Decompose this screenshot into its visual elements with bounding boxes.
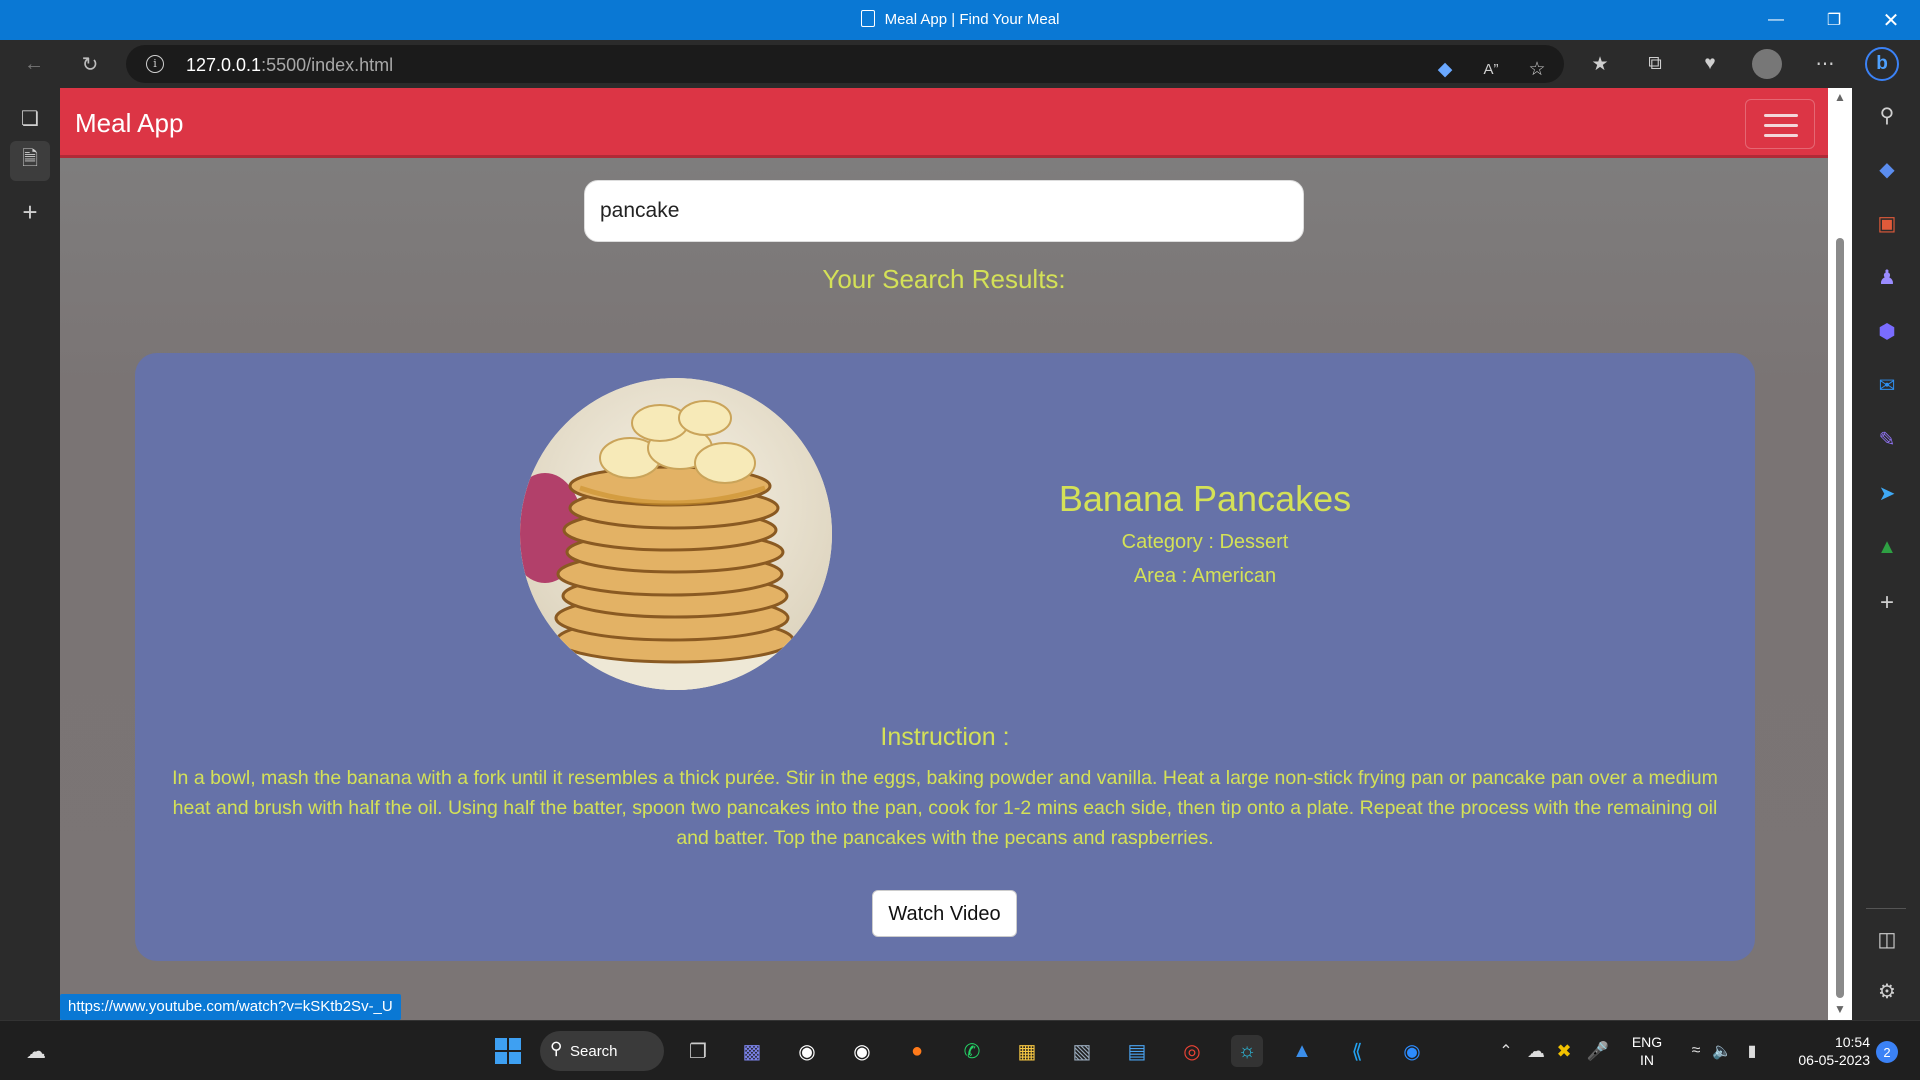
notification-badge[interactable]: 2 bbox=[1876, 1041, 1898, 1063]
github-icon[interactable]: ◉ bbox=[791, 1035, 823, 1067]
shopping-tag-icon[interactable]: ◆ bbox=[1874, 156, 1900, 182]
file-explorer-icon[interactable]: ▦ bbox=[1011, 1035, 1043, 1067]
app-navbar: Meal App bbox=[60, 88, 1828, 158]
restore-icon[interactable]: ❐ bbox=[1805, 0, 1863, 40]
whatsapp-icon[interactable]: ✆ bbox=[956, 1035, 988, 1067]
read-aloud-icon[interactable]: A” bbox=[1478, 56, 1504, 82]
coupon-tag-icon[interactable]: ◆ bbox=[1432, 56, 1458, 82]
window-titlebar: Meal App | Find Your Meal — ❐ ✕ bbox=[0, 0, 1920, 40]
scroll-up-arrow-icon[interactable]: ▲ bbox=[1834, 90, 1846, 104]
tray-app-icon[interactable]: ✖ bbox=[1548, 1035, 1580, 1067]
minimize-icon[interactable]: — bbox=[1747, 0, 1805, 40]
teams-chat-icon[interactable]: ▩ bbox=[736, 1035, 768, 1067]
more-menu-icon[interactable]: ⋯ bbox=[1812, 51, 1838, 77]
close-icon[interactable]: ✕ bbox=[1862, 0, 1920, 40]
edge-sidebar: ⚲ ◆ ▣ ♟ ⬢ ✉ ✎ ➤ ▲ + ◫ ⚙ bbox=[1852, 88, 1920, 1020]
refresh-icon[interactable]: ↻ bbox=[78, 52, 102, 76]
hide-sidebar-icon[interactable]: ◫ bbox=[1874, 926, 1900, 952]
site-info-icon[interactable]: i bbox=[146, 55, 164, 73]
windows-taskbar: ☁ ⚲ Search ❐ ▩ ◉ ◉ ● ✆ ▦ ▧ ▤ ◎ ☼ ▲ ⟪ ◉ ⌃… bbox=[0, 1020, 1920, 1080]
settings-gear-icon[interactable]: ⚙ bbox=[1874, 978, 1900, 1004]
window-title: Meal App | Find Your Meal bbox=[0, 10, 1920, 28]
instruction-heading: Instruction : bbox=[880, 723, 1010, 751]
status-link-preview: https://www.youtube.com/watch?v=kSKtb2Sv… bbox=[60, 994, 401, 1020]
edge-browser-icon[interactable]: ☼ bbox=[1231, 1035, 1263, 1067]
url-text[interactable]: 127.0.0.1:5500/index.html bbox=[186, 55, 393, 76]
language-indicator[interactable]: ENG IN bbox=[1622, 1033, 1672, 1069]
weather-widget-icon[interactable]: ☁ bbox=[20, 1035, 52, 1067]
meal-card: Banana Pancakes Category : Dessert Area … bbox=[135, 353, 1755, 961]
chrome-icon[interactable]: ◎ bbox=[1176, 1035, 1208, 1067]
send-icon[interactable]: ➤ bbox=[1874, 480, 1900, 506]
battery-icon[interactable]: ▮ bbox=[1736, 1035, 1768, 1067]
add-favorite-icon[interactable]: ☆ bbox=[1524, 56, 1550, 82]
task-view-icon[interactable]: ❐ bbox=[682, 1035, 714, 1067]
instruction-text: In a bowl, mash the banana with a fork u… bbox=[172, 767, 1718, 849]
start-windows-icon[interactable] bbox=[492, 1035, 524, 1067]
profile-avatar[interactable] bbox=[1752, 49, 1782, 79]
add-sidebar-app-icon[interactable]: + bbox=[1874, 589, 1900, 616]
tab-actions-icon[interactable]: ❏ bbox=[10, 98, 50, 138]
bing-copilot-icon[interactable]: b bbox=[1865, 47, 1899, 81]
gallery-app-icon[interactable]: ▧ bbox=[1066, 1035, 1098, 1067]
tools-briefcase-icon[interactable]: ▣ bbox=[1874, 210, 1900, 236]
taskbar-search-box[interactable]: ⚲ Search bbox=[540, 1031, 664, 1071]
search-icon[interactable]: ⚲ bbox=[1874, 102, 1900, 128]
volume-icon[interactable]: 🔈 bbox=[1706, 1035, 1738, 1067]
games-icon[interactable]: ♟ bbox=[1874, 264, 1900, 290]
firefox-icon[interactable]: ● bbox=[901, 1035, 933, 1067]
browser-toolbar: ← ↻ i 127.0.0.1:5500/index.html ◆ A” ☆ ★… bbox=[0, 40, 1920, 88]
microsoft-365-icon[interactable]: ⬢ bbox=[1874, 318, 1900, 344]
tree-icon[interactable]: ▲ bbox=[1874, 534, 1900, 560]
github-desktop-icon[interactable]: ◉ bbox=[846, 1035, 878, 1067]
web-page: Meal App Your Search Results: bbox=[60, 88, 1828, 1020]
results-heading: Your Search Results: bbox=[822, 264, 1066, 294]
meal-area: Area : American bbox=[1133, 565, 1277, 587]
app-brand[interactable]: Meal App bbox=[75, 108, 183, 139]
navbar-toggler-button[interactable] bbox=[1745, 99, 1815, 149]
page-icon bbox=[860, 10, 875, 27]
current-tab-icon[interactable]: 🗎 bbox=[10, 141, 50, 181]
show-hidden-icons-icon[interactable]: ⌃ bbox=[1490, 1035, 1522, 1067]
new-tab-icon[interactable]: + bbox=[10, 192, 50, 232]
vscode-icon[interactable]: ⟪ bbox=[1341, 1035, 1373, 1067]
meal-name: Banana Pancakes bbox=[1058, 478, 1352, 519]
meal-category: Category : Dessert bbox=[1121, 531, 1289, 553]
address-bar[interactable]: i 127.0.0.1:5500/index.html ◆ A” ☆ bbox=[126, 45, 1564, 83]
meal-image bbox=[520, 378, 832, 690]
photos-app-icon[interactable]: ▲ bbox=[1286, 1035, 1318, 1067]
vertical-tabs-sidebar: ❏ 🗎 + bbox=[0, 88, 60, 1020]
zoom-icon[interactable]: ◉ bbox=[1396, 1035, 1428, 1067]
search-icon: ⚲ bbox=[550, 1039, 563, 1058]
microphone-icon[interactable]: 🎤 bbox=[1582, 1035, 1614, 1067]
scrollbar-thumb[interactable] bbox=[1836, 238, 1844, 998]
back-icon[interactable]: ← bbox=[22, 52, 46, 76]
browser-essentials-icon[interactable]: ♥ bbox=[1697, 51, 1723, 77]
outlook-icon[interactable]: ✉ bbox=[1874, 372, 1900, 398]
collections-icon[interactable]: ⧉ bbox=[1642, 51, 1668, 77]
favorites-icon[interactable]: ★ bbox=[1587, 51, 1613, 77]
page-scrollbar[interactable]: ▲ ▼ bbox=[1828, 88, 1852, 1020]
watch-video-button[interactable]: Watch Video bbox=[872, 890, 1017, 937]
scroll-down-arrow-icon[interactable]: ▼ bbox=[1834, 1002, 1846, 1016]
meal-search-input[interactable] bbox=[584, 180, 1304, 242]
sidebar-divider bbox=[1866, 908, 1906, 909]
designer-icon[interactable]: ✎ bbox=[1874, 426, 1900, 452]
notepad-icon[interactable]: ▤ bbox=[1121, 1035, 1153, 1067]
clock[interactable]: 10:54 06-05-2023 bbox=[1774, 1033, 1870, 1069]
